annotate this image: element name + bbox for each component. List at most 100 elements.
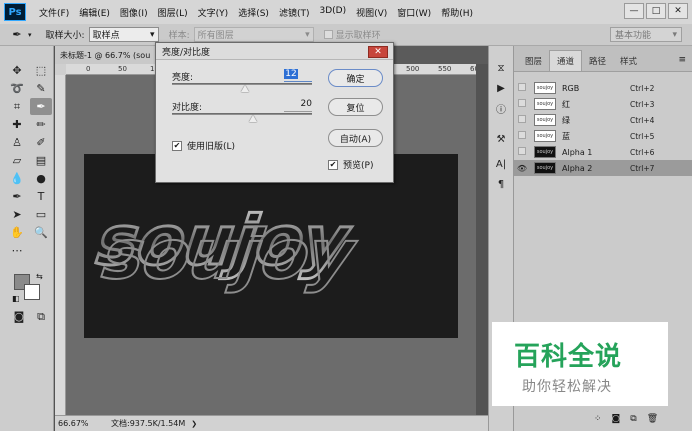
channel-row[interactable]: 👁 soujoy Alpha 2 Ctrl+7 bbox=[514, 160, 692, 176]
sample-select[interactable]: 所有图层 ▾ bbox=[193, 27, 314, 42]
panel-tab[interactable]: 通道 bbox=[549, 50, 583, 71]
ok-button[interactable]: 确定 bbox=[328, 69, 383, 87]
load-selection-icon[interactable]: ⁘ bbox=[594, 414, 602, 424]
menu-item[interactable]: 编辑(E) bbox=[74, 6, 115, 19]
status-menu-icon[interactable]: ❯ bbox=[191, 420, 197, 428]
background-color-swatch[interactable] bbox=[24, 284, 40, 300]
lasso-tool-icon[interactable]: ➰ bbox=[6, 80, 28, 97]
zoom-field[interactable]: 66.67% bbox=[55, 419, 89, 428]
pen-tool-icon[interactable]: ✒ bbox=[6, 188, 28, 205]
default-colors-icon[interactable]: ◧ bbox=[12, 294, 20, 303]
visibility-toggle[interactable] bbox=[514, 99, 530, 109]
brightness-slider-thumb[interactable] bbox=[240, 85, 249, 92]
history-panel-icon[interactable]: ⧖ bbox=[491, 60, 511, 77]
menu-item[interactable]: 窗口(W) bbox=[392, 6, 436, 19]
brush-tool-icon[interactable]: ✏ bbox=[30, 116, 52, 133]
contrast-input[interactable]: 20 bbox=[282, 99, 312, 109]
sample-label: 样本: bbox=[168, 31, 190, 41]
contrast-slider[interactable] bbox=[172, 113, 312, 115]
menu-items: 文件(F) 编辑(E) 图像(I) 图层(L) 文字(Y) 选择(S) 滤镜(T) 3D(D)… bbox=[34, 6, 478, 19]
blank-tool-slot bbox=[30, 242, 52, 259]
menu-item[interactable]: 图层(L) bbox=[153, 6, 193, 19]
minimize-button[interactable]: — bbox=[624, 3, 644, 19]
menu-item[interactable]: 文件(F) bbox=[34, 6, 74, 19]
history-brush-tool-icon[interactable]: ✐ bbox=[30, 134, 52, 151]
menu-item[interactable]: 图像(I) bbox=[115, 6, 153, 19]
show-sampling-ring-checkbox[interactable]: 显示取样环 bbox=[323, 28, 381, 41]
healing-brush-tool-icon[interactable]: ✚ bbox=[6, 116, 28, 133]
actions-panel-icon[interactable]: ▶ bbox=[491, 80, 511, 97]
paragraph-panel-icon[interactable]: ¶ bbox=[491, 176, 511, 193]
channel-row[interactable]: soujoy Alpha 1 Ctrl+6 bbox=[514, 144, 692, 160]
menu-item[interactable]: 帮助(H) bbox=[436, 6, 478, 19]
channel-row[interactable]: soujoy 蓝 Ctrl+5 bbox=[514, 128, 692, 144]
crop-tool-icon[interactable]: ⌗ bbox=[6, 98, 28, 115]
swap-colors-icon[interactable]: ⇆ bbox=[36, 272, 43, 281]
dodge-tool-icon[interactable]: ● bbox=[30, 170, 52, 187]
checkbox-box bbox=[323, 30, 333, 39]
info-panel-icon[interactable]: ⓘ bbox=[491, 100, 511, 117]
move-tool-icon[interactable]: ✥ bbox=[6, 62, 28, 79]
menu-item[interactable]: 视图(V) bbox=[351, 6, 392, 19]
chevron-down-icon[interactable]: ▾ bbox=[28, 31, 32, 39]
eyedropper-tool-icon[interactable]: ✒ bbox=[30, 98, 52, 115]
hand-tool-icon[interactable]: ✋ bbox=[6, 224, 28, 241]
character-panel-icon[interactable]: A| bbox=[491, 156, 511, 173]
clone-stamp-tool-icon[interactable]: ♙ bbox=[6, 134, 28, 151]
brightness-input[interactable]: 12 bbox=[284, 69, 298, 79]
channel-row[interactable]: soujoy 红 Ctrl+3 bbox=[514, 96, 692, 112]
new-channel-icon[interactable]: ⧉ bbox=[630, 414, 636, 424]
auto-button[interactable]: 自动(A) bbox=[328, 129, 383, 147]
preview-checkbox[interactable]: ✔ 预览(P) bbox=[328, 158, 373, 171]
channel-row[interactable]: soujoy RGB Ctrl+2 bbox=[514, 80, 692, 96]
visibility-toggle[interactable] bbox=[514, 115, 530, 125]
preview-label: 预览(P) bbox=[343, 161, 374, 171]
channel-thumbnail: soujoy bbox=[534, 98, 556, 110]
screen-mode-icon[interactable]: ⧉ bbox=[30, 308, 52, 325]
gradient-tool-icon[interactable]: ▤ bbox=[30, 152, 52, 169]
panel-tab[interactable]: 路径 bbox=[582, 51, 613, 71]
dialog-close-button[interactable]: ✕ bbox=[368, 46, 388, 58]
maximize-button[interactable]: □ bbox=[646, 3, 666, 19]
visibility-toggle[interactable] bbox=[514, 83, 530, 93]
panel-menu-icon[interactable]: ≡ bbox=[678, 55, 686, 65]
channel-name: 蓝 bbox=[562, 131, 570, 141]
brushes-panel-icon[interactable]: ⚒ bbox=[491, 131, 511, 148]
menu-item[interactable]: 选择(S) bbox=[233, 6, 274, 19]
use-legacy-label: 使用旧版(L) bbox=[187, 142, 236, 152]
delete-channel-icon[interactable]: 🗑 bbox=[647, 414, 658, 424]
eyedropper-tool-icon[interactable]: ✒ bbox=[8, 27, 26, 43]
contrast-input-underline bbox=[284, 111, 312, 112]
panel-tab[interactable]: 样式 bbox=[613, 51, 644, 71]
menu-item[interactable]: 滤镜(T) bbox=[274, 6, 315, 19]
sample-size-select[interactable]: 取样点 ▾ bbox=[88, 27, 159, 42]
close-button[interactable]: ✕ bbox=[668, 3, 688, 19]
menu-item[interactable]: 文字(Y) bbox=[193, 6, 234, 19]
canvas-text-front: soujoy bbox=[91, 216, 367, 295]
workspace-select[interactable]: 基本功能 ▾ bbox=[610, 27, 682, 42]
quick-select-tool-icon[interactable]: ✎ bbox=[30, 80, 52, 97]
document-tab[interactable]: 未标题-1 @ 66.7% (sou bbox=[55, 46, 155, 64]
rectangle-tool-icon[interactable]: ▭ bbox=[30, 206, 52, 223]
path-select-tool-icon[interactable]: ➤ bbox=[6, 206, 28, 223]
channel-row[interactable]: soujoy 绿 Ctrl+4 bbox=[514, 112, 692, 128]
sample-value: 所有图层 bbox=[197, 31, 234, 41]
save-selection-icon[interactable]: ◙ bbox=[612, 414, 621, 424]
quick-mask-icon[interactable]: ◙ bbox=[8, 308, 30, 325]
reset-button[interactable]: 复位 bbox=[328, 98, 383, 116]
visibility-toggle[interactable] bbox=[514, 131, 530, 141]
eye-icon[interactable]: 👁 bbox=[514, 164, 530, 173]
zoom-tool-icon[interactable]: 🔍 bbox=[30, 224, 52, 241]
ruler-tick-label: 600 bbox=[470, 65, 476, 73]
use-legacy-checkbox[interactable]: ✔ 使用旧版(L) bbox=[172, 139, 235, 152]
type-tool-icon[interactable]: T bbox=[30, 188, 52, 205]
visibility-toggle[interactable] bbox=[514, 147, 530, 157]
more-tools-icon[interactable]: ⋯ bbox=[6, 242, 28, 259]
blur-tool-icon[interactable]: 💧 bbox=[6, 170, 28, 187]
chevron-down-icon: ▾ bbox=[672, 29, 677, 40]
eraser-tool-icon[interactable]: ▱ bbox=[6, 152, 28, 169]
menu-item[interactable]: 3D(D) bbox=[314, 6, 351, 19]
contrast-slider-thumb[interactable] bbox=[249, 115, 258, 122]
panel-tab[interactable]: 图层 bbox=[518, 51, 549, 71]
marquee-tool-icon[interactable]: ⬚ bbox=[30, 62, 52, 79]
